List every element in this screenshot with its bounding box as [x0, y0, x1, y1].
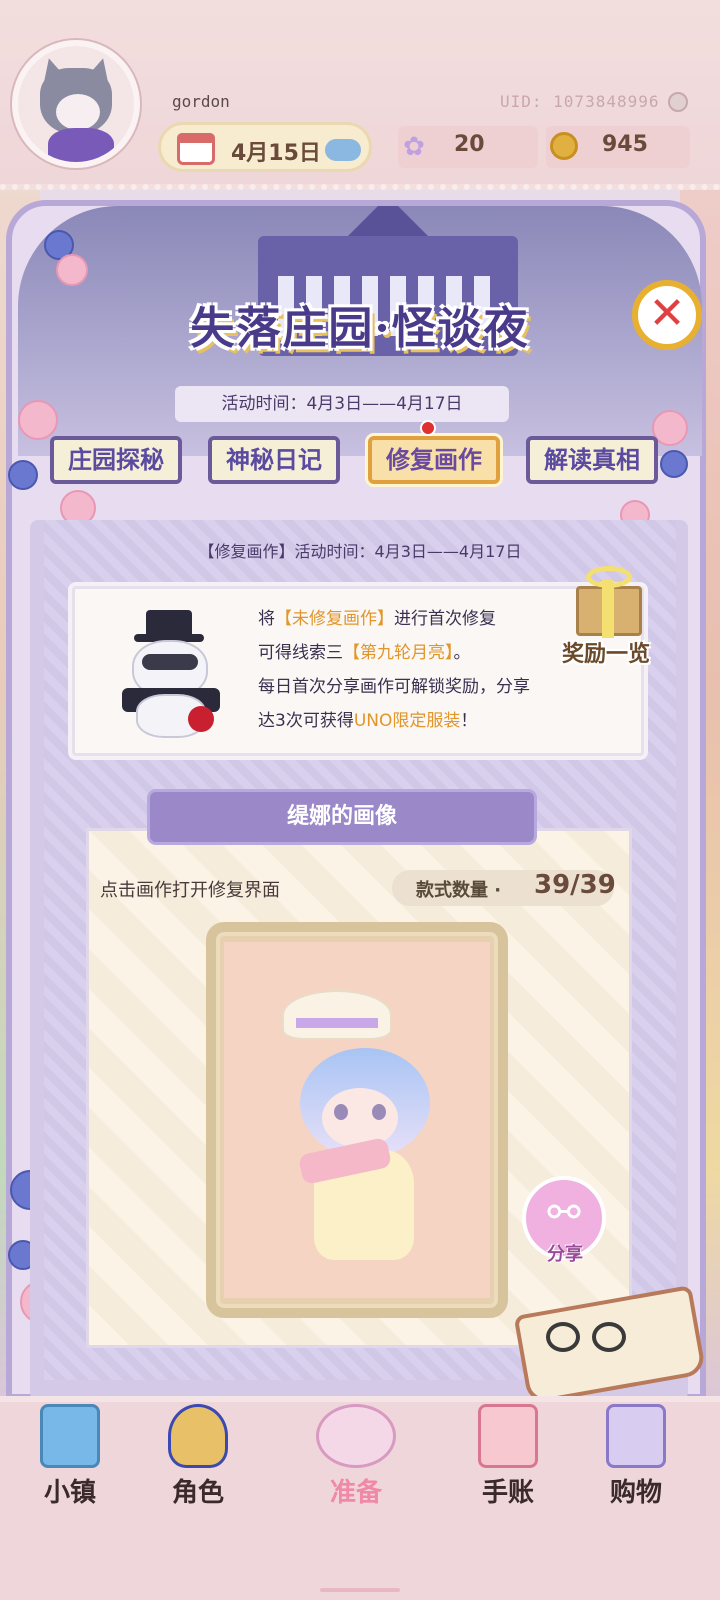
coin-counter[interactable]: 945	[546, 126, 690, 168]
painting-hint: 点击画作打开修复界面	[100, 880, 280, 901]
shopping-bag-icon	[606, 1404, 666, 1468]
character-icon	[168, 1404, 228, 1468]
weather-cloud-icon	[325, 139, 361, 161]
bear-mascot	[116, 610, 226, 740]
nav-town[interactable]: 小镇	[10, 1404, 130, 1534]
event-title: 失落庄园·怪谈夜	[190, 303, 530, 354]
nav-shop[interactable]: 购物	[576, 1404, 696, 1534]
calendar-icon	[177, 133, 215, 165]
coin-count: 945	[602, 132, 648, 157]
share-icon: ⚯	[547, 1190, 581, 1236]
section-subtitle: 【修复画作】活动时间：4月3日——4月17日	[198, 542, 522, 561]
journal-icon	[478, 1404, 538, 1468]
dress-icon	[316, 1404, 396, 1468]
avatar[interactable]	[12, 40, 140, 168]
nav-label: 准备	[329, 1478, 382, 1508]
gift-box-icon[interactable]	[570, 560, 650, 640]
coin-icon	[550, 132, 578, 160]
nav-label: 角色	[171, 1478, 224, 1508]
tab-manor-explore[interactable]: 庄园探秘	[50, 436, 182, 484]
style-count-value: 39/39	[534, 870, 616, 900]
uid-text: UID: 1073848996	[500, 92, 660, 111]
copy-uid-icon[interactable]	[668, 92, 688, 112]
tab-mystery-diary[interactable]: 神秘日记	[208, 436, 340, 484]
nav-label: 手账	[481, 1478, 534, 1508]
tab-pin-icon	[420, 420, 436, 436]
style-count-pill: 款式数量 · 39/39	[392, 870, 616, 906]
glasses-decoration	[540, 1316, 636, 1356]
reward-overview-button[interactable]: 奖励一览	[546, 636, 666, 668]
style-count-label: 款式数量 ·	[416, 880, 502, 901]
nav-prepare[interactable]: 准备	[296, 1404, 416, 1534]
avatar-face	[56, 94, 100, 130]
date-pill: 4月15日	[158, 122, 372, 172]
date-text: 4月15日	[231, 141, 321, 166]
portrait-character[interactable]	[260, 980, 460, 1280]
share-label[interactable]: 分享	[530, 1240, 600, 1266]
nav-label: 小镇	[43, 1478, 96, 1508]
map-icon	[40, 1404, 100, 1468]
close-button[interactable]: ✕	[632, 280, 702, 350]
painting-title: 缇娜的画像	[150, 792, 534, 842]
flower-decoration	[56, 254, 88, 286]
gem-icon: ✿	[403, 132, 425, 162]
tab-interpret-truth[interactable]: 解读真相	[526, 436, 658, 484]
flower-decoration	[18, 400, 58, 440]
nav-journal[interactable]: 手账	[448, 1404, 568, 1534]
flower-decoration	[660, 450, 688, 478]
nav-character[interactable]: 角色	[138, 1404, 258, 1534]
tab-restore-painting[interactable]: 修复画作	[368, 436, 500, 484]
event-time: 活动时间：4月3日——4月17日	[175, 386, 509, 422]
flower-decoration	[8, 460, 38, 490]
home-indicator[interactable]	[320, 1588, 400, 1592]
gem-count: 20	[454, 132, 485, 157]
gem-counter[interactable]: ✿ 20	[398, 126, 538, 168]
description-text: 将【未修复画作】进行首次修复 可得线索三【第九轮月亮】。 每日首次分享画作可解锁…	[258, 609, 530, 731]
username: gordon	[172, 92, 230, 111]
nav-label: 购物	[609, 1478, 662, 1508]
